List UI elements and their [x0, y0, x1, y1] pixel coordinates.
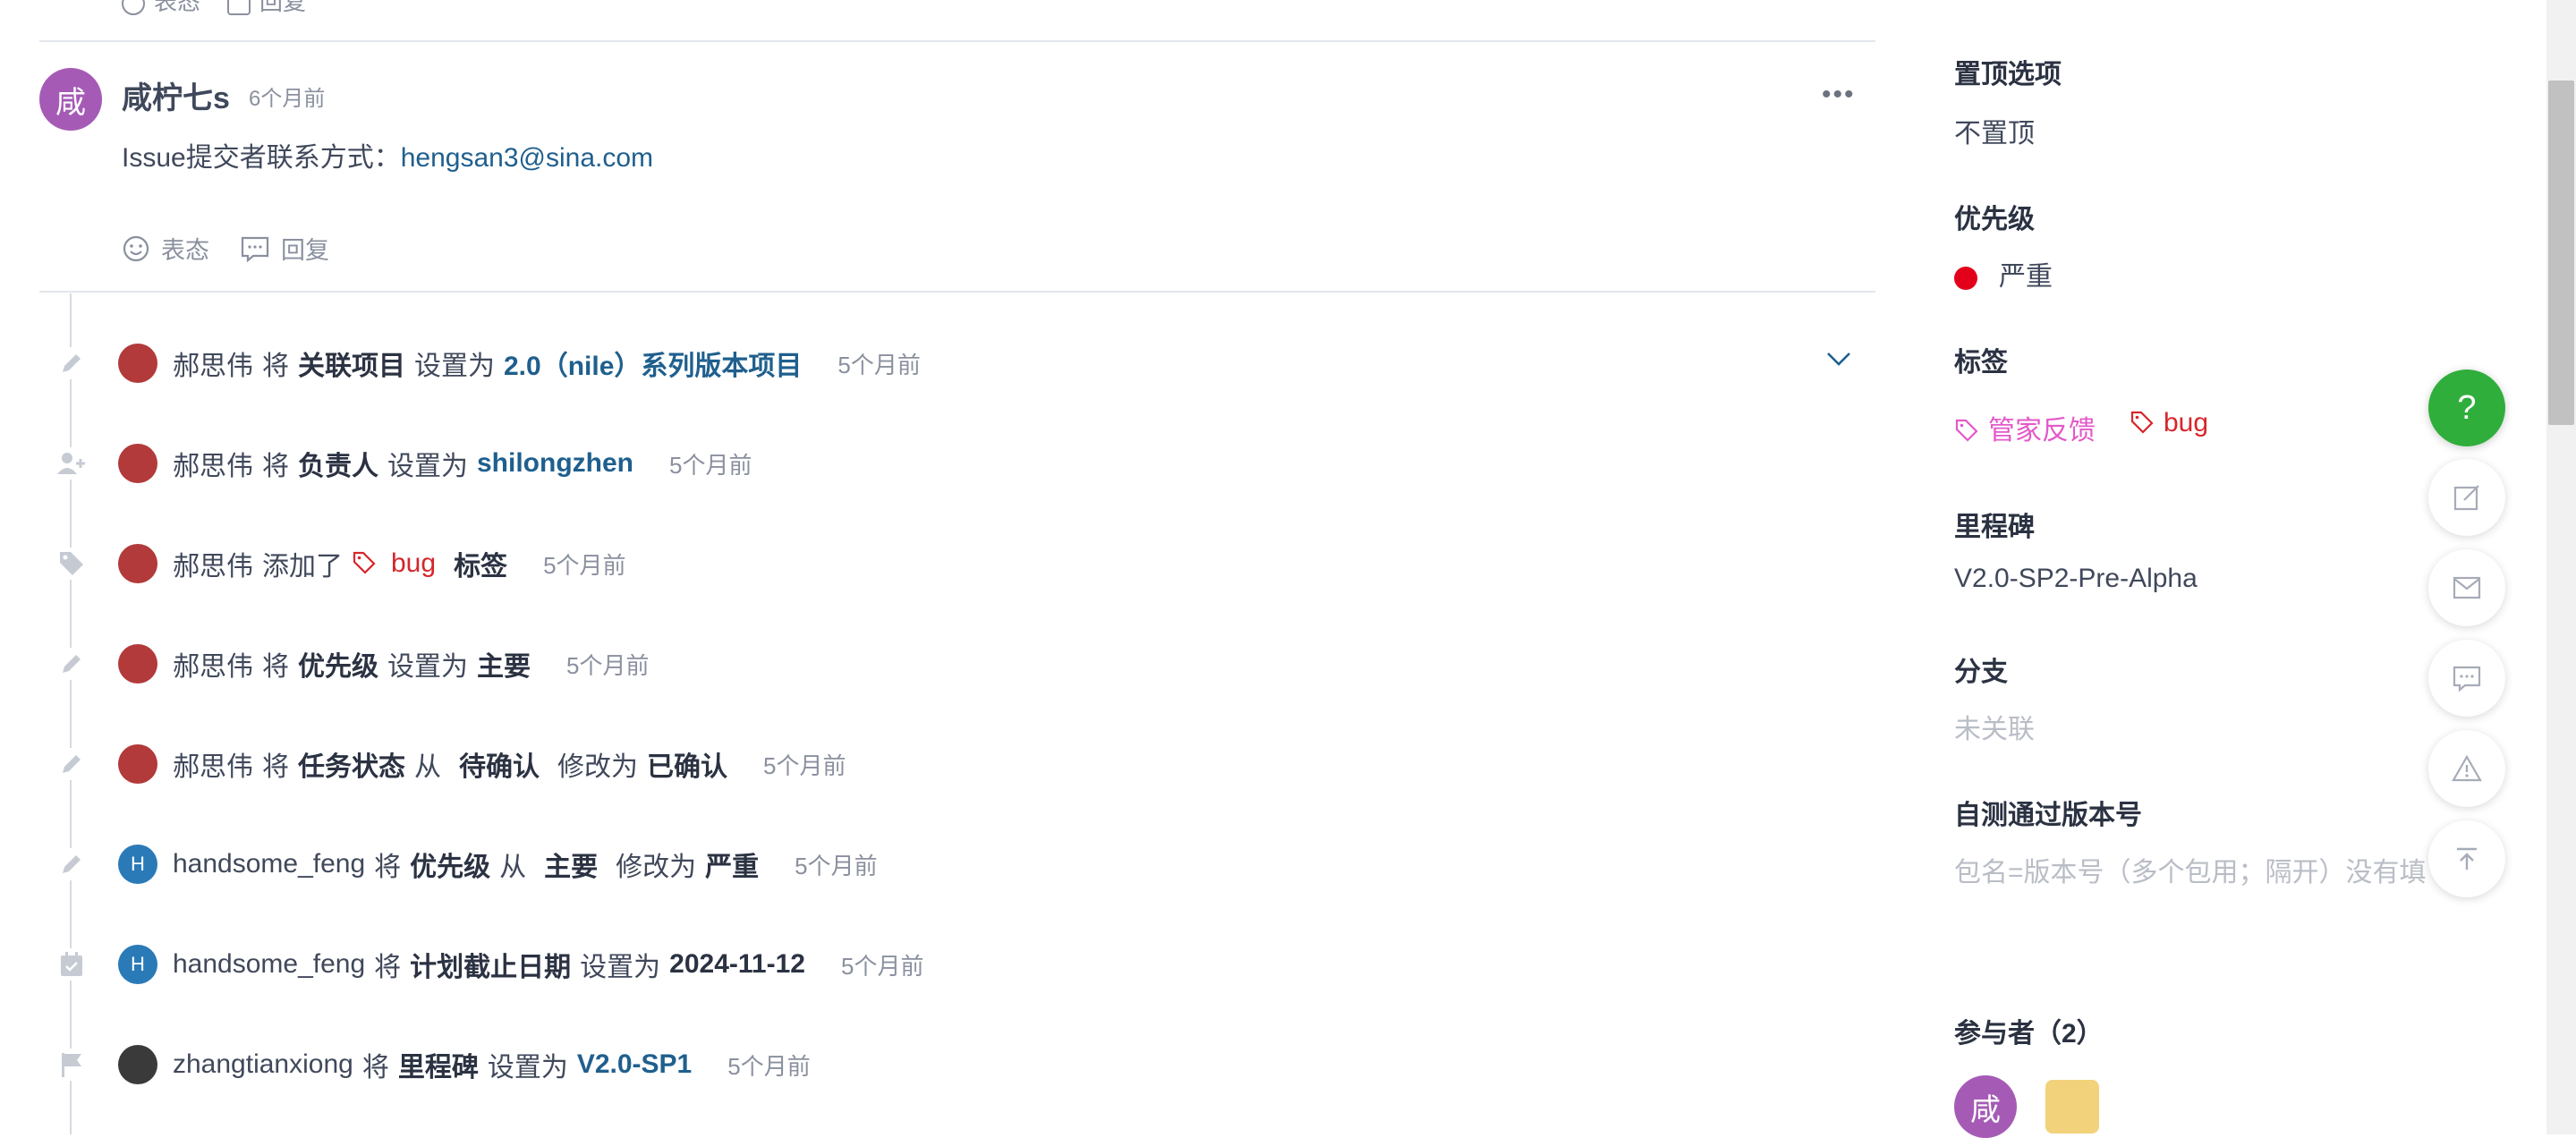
scrollbar-thumb[interactable]: [2548, 81, 2574, 425]
milestone-label: 里程碑: [1954, 513, 2035, 542]
avatar[interactable]: [118, 544, 157, 583]
tag-item[interactable]: 管家反馈: [1954, 408, 2096, 447]
comment-actions: 表态 回复: [122, 231, 329, 266]
divider: [39, 291, 1875, 293]
reply-button[interactable]: 回复: [240, 231, 329, 266]
tag-icon: [55, 548, 88, 580]
version-input[interactable]: 包名=版本号（多个包用；隔开）没有填: [1954, 850, 2437, 889]
avatar[interactable]: 咸: [1954, 1075, 2017, 1138]
pin-value[interactable]: 不置顶: [1954, 111, 2035, 150]
avatar[interactable]: [118, 444, 157, 483]
user-name[interactable]: handsome_feng: [173, 949, 365, 980]
avatar[interactable]: 咸: [39, 68, 102, 131]
priority-select[interactable]: 严重: [1954, 254, 2053, 293]
priority-dot-icon: [1954, 267, 1977, 291]
warning-icon: [2452, 754, 2482, 782]
help-button[interactable]: ?: [2428, 369, 2505, 446]
avatar[interactable]: [2045, 1080, 2099, 1134]
comment-time: 6个月前: [249, 87, 326, 111]
user-name[interactable]: zhangtianxiong: [173, 1049, 353, 1080]
smile-icon: [123, 235, 149, 261]
edit-feedback-button[interactable]: [2428, 459, 2505, 536]
pencil-icon: [55, 648, 88, 680]
react-button[interactable]: 表态: [122, 231, 209, 266]
arrow-up-icon: [2457, 847, 2477, 870]
more-options-icon[interactable]: •••: [1822, 81, 1856, 108]
tags-list: 管家反馈 bug: [1954, 408, 2208, 447]
branch-value[interactable]: 未关联: [1954, 707, 2035, 746]
avatar[interactable]: [118, 344, 157, 383]
tag-icon: [2130, 411, 2154, 434]
user-name[interactable]: 郝思伟: [173, 744, 253, 784]
avatar[interactable]: [118, 644, 157, 684]
project-link[interactable]: 2.0（nile）系列版本项目: [504, 344, 802, 383]
avatar[interactable]: [118, 1045, 157, 1084]
pin-label: 置顶选项: [1954, 60, 2062, 89]
user-name[interactable]: 郝思伟: [173, 344, 253, 383]
chat-button[interactable]: [2428, 640, 2505, 717]
reply-action[interactable]: 回复: [227, 0, 306, 16]
smile-icon: [122, 0, 145, 16]
branch-label: 分支: [1954, 658, 2008, 687]
comment-body: Issue提交者联系方式：hengsan3@sina.com: [122, 143, 654, 173]
chat-icon: [2453, 666, 2481, 692]
previous-comment-actions: 表态 回复: [122, 0, 306, 16]
report-button[interactable]: [2428, 730, 2505, 807]
mail-icon: [2453, 576, 2481, 599]
version-label: 自测通过版本号: [1954, 801, 2142, 830]
user-name[interactable]: 郝思伟: [173, 644, 253, 684]
tags-label: 标签: [1954, 348, 2008, 378]
tag-icon: [1955, 419, 1978, 442]
milestone-value[interactable]: V2.0-SP2-Pre-Alpha: [1954, 564, 2198, 594]
comment-icon: [241, 236, 269, 262]
label-tag[interactable]: bug: [352, 548, 436, 579]
pencil-icon: [55, 748, 88, 780]
user-add-icon: [55, 447, 88, 480]
participants-list: 咸: [1954, 1075, 2099, 1138]
comment-author[interactable]: 咸柠七s: [122, 73, 230, 117]
pencil-icon: [55, 848, 88, 880]
calendar-icon: [55, 948, 88, 981]
user-name[interactable]: handsome_feng: [173, 849, 365, 879]
react-action[interactable]: 表态: [122, 0, 200, 16]
edit-icon: [2453, 485, 2479, 511]
back-to-top-button[interactable]: [2428, 820, 2505, 897]
participants-label: 参与者（2）: [1954, 1019, 2104, 1049]
comment-icon: [227, 0, 251, 16]
pencil-icon: [55, 347, 88, 379]
timeline-line: [70, 293, 72, 1134]
tag-icon: [353, 551, 376, 574]
user-name[interactable]: 郝思伟: [173, 544, 253, 583]
user-name[interactable]: 郝思伟: [173, 444, 253, 483]
mail-button[interactable]: [2428, 549, 2505, 626]
avatar[interactable]: H: [118, 945, 157, 984]
email-link[interactable]: hengsan3@sina.com: [401, 143, 653, 173]
avatar[interactable]: H: [118, 845, 157, 884]
divider: [39, 40, 1875, 42]
assignee-link[interactable]: shilongzhen: [477, 448, 633, 479]
chevron-down-icon[interactable]: [1824, 345, 1854, 377]
avatar[interactable]: [118, 744, 157, 784]
milestone-link[interactable]: V2.0-SP1: [577, 1049, 692, 1080]
tag-item[interactable]: bug: [2130, 408, 2208, 447]
priority-label: 优先级: [1954, 205, 2035, 234]
flag-icon: [55, 1049, 88, 1081]
